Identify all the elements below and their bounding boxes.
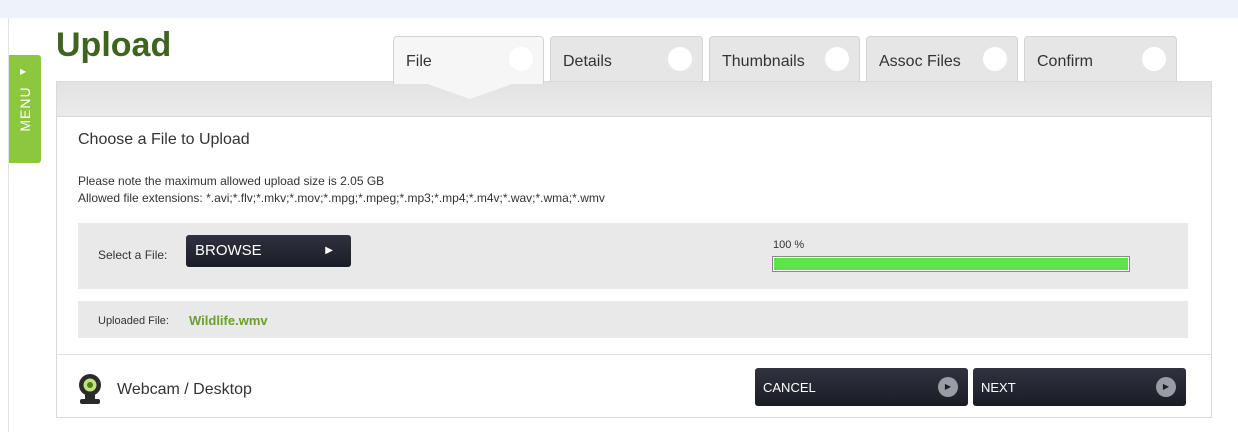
tab-confirm[interactable]: Confirm	[1024, 36, 1177, 82]
page-title: Upload	[56, 26, 172, 64]
tab-bar	[56, 81, 1212, 117]
tab-assoc-files[interactable]: Assoc Files	[866, 36, 1018, 82]
tab-label: Thumbnails	[722, 53, 805, 70]
uploaded-file-label: Uploaded File:	[98, 315, 169, 327]
tab-label: File	[406, 53, 432, 70]
circle-indicator-icon	[1142, 47, 1166, 71]
active-tab-pointer	[422, 82, 518, 99]
circle-indicator-icon	[825, 47, 849, 71]
webcam-icon[interactable]	[78, 373, 102, 405]
browse-button[interactable]: BROWSE ▶	[186, 235, 351, 267]
section-title: Choose a File to Upload	[78, 131, 250, 148]
play-circle-icon: ▶	[938, 377, 958, 397]
menu-label: MENU	[17, 86, 33, 132]
cancel-label: CANCEL	[763, 380, 816, 395]
caret-right-icon: ▶	[20, 67, 27, 76]
tab-label: Confirm	[1037, 53, 1094, 70]
cancel-button[interactable]: CANCEL ▶	[755, 368, 968, 406]
max-size-note: Please note the maximum allowed upload s…	[78, 174, 385, 188]
circle-indicator-icon	[509, 47, 533, 71]
uploaded-file-name: Wildlife.wmv	[189, 313, 268, 328]
next-label: NEXT	[981, 380, 1016, 395]
footer-divider	[57, 354, 1211, 355]
browse-label: BROWSE	[195, 242, 262, 259]
tab-label: Assoc Files	[879, 53, 961, 70]
circle-indicator-icon	[668, 47, 692, 71]
tab-details[interactable]: Details	[550, 36, 703, 82]
next-button[interactable]: NEXT ▶	[973, 368, 1186, 406]
extensions-note: Allowed file extensions: *.avi;*.flv;*.m…	[78, 191, 605, 205]
webcam-desktop-link[interactable]: Webcam / Desktop	[117, 381, 252, 399]
tab-thumbnails[interactable]: Thumbnails	[709, 36, 860, 82]
circle-indicator-icon	[983, 47, 1007, 71]
menu-toggle[interactable]: ▶ MENU	[9, 55, 41, 163]
play-circle-icon: ▶	[1156, 377, 1176, 397]
progress-fill	[774, 258, 1128, 270]
tab-file[interactable]: File	[393, 36, 544, 84]
top-strip	[0, 0, 1238, 18]
play-icon: ▶	[325, 245, 333, 256]
tab-label: Details	[563, 53, 612, 70]
select-file-label: Select a File:	[98, 248, 168, 262]
progress-percent: 100 %	[773, 239, 805, 251]
upload-progress-bar	[772, 256, 1130, 272]
